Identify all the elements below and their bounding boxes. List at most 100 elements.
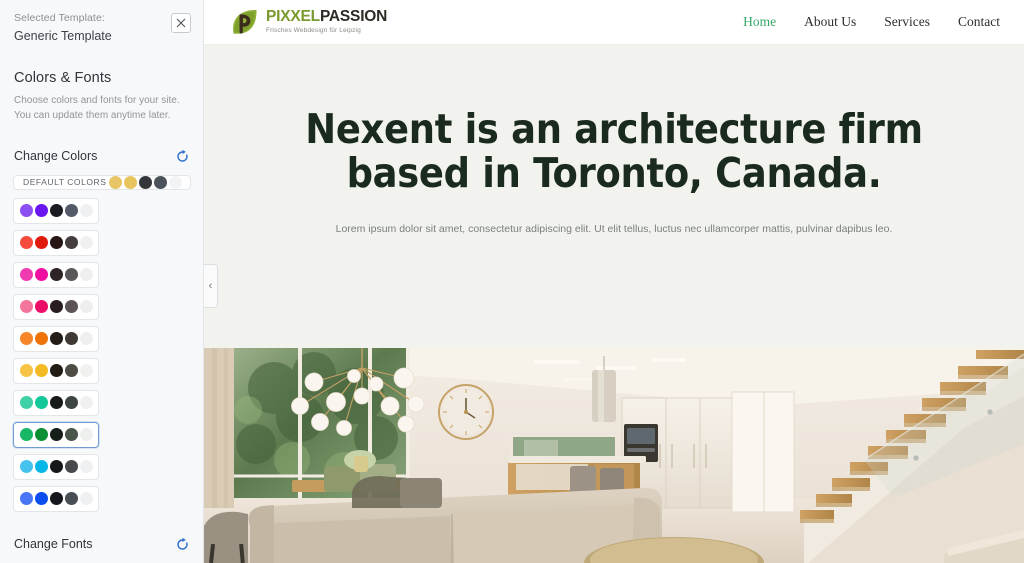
palette-green-swatch-1: [34, 428, 48, 442]
palette-orange-swatch-1: [34, 332, 48, 346]
palette-pink-swatch-3: [64, 300, 78, 314]
palette-teal-swatch-0: [19, 396, 33, 410]
default-colors-swatches: [109, 175, 182, 189]
logo-wordmark: PIXXELPASSION: [266, 9, 387, 25]
color-palette-pink[interactable]: [13, 293, 99, 320]
palette-yellow-swatch-3: [64, 364, 78, 378]
palette-sky-blue-swatch-4: [79, 460, 93, 474]
change-colors-title: Change Colors: [14, 149, 98, 164]
color-palette-purple[interactable]: [13, 197, 99, 224]
default-colors-row[interactable]: DEFAULT COLORS: [13, 174, 191, 190]
default-color-swatch-2: [139, 175, 152, 189]
default-color-swatch-3: [154, 175, 167, 189]
hero-title: Nexent is an architecture firm based in …: [305, 105, 923, 198]
palette-purple-swatch-0: [19, 204, 33, 218]
site-preview-pane: ‹ PIXXELPASSION Frisches Webdesign für L…: [204, 0, 1024, 563]
palette-teal-swatch-3: [64, 396, 78, 410]
nav-item-about-us[interactable]: About Us: [804, 14, 856, 30]
palette-green-swatch-0: [19, 428, 33, 442]
color-palette-yellow[interactable]: [13, 357, 99, 384]
logo-word-a: PIXXEL: [266, 8, 320, 26]
color-palette-red[interactable]: [13, 229, 99, 256]
palette-red-swatch-0: [19, 236, 33, 250]
color-palette-magenta[interactable]: [13, 261, 99, 288]
site-logo-text: PIXXELPASSION Frisches Webdesign für Lei…: [266, 9, 387, 34]
editor-sidebar: Selected Template: Generic Template Colo…: [0, 0, 204, 563]
palette-sky-blue-swatch-1: [34, 460, 48, 474]
chevron-left-icon[interactable]: ‹: [204, 264, 218, 308]
preview-site-header: PIXXELPASSION Frisches Webdesign für Lei…: [204, 0, 1024, 45]
selected-template-label: Selected Template:: [14, 12, 105, 24]
palette-purple-swatch-3: [64, 204, 78, 218]
change-fonts-title: Change Fonts: [14, 537, 93, 552]
selected-template-header: Selected Template: Generic Template: [0, 0, 203, 58]
color-palette-green[interactable]: [13, 421, 99, 448]
palette-sky-blue-swatch-0: [19, 460, 33, 474]
color-palette-blue[interactable]: [13, 485, 99, 512]
default-colors-label: DEFAULT COLORS: [23, 177, 107, 188]
palette-magenta-swatch-2: [49, 268, 63, 282]
palette-teal-swatch-4: [79, 396, 93, 410]
palette-magenta-swatch-4: [79, 268, 93, 282]
palette-yellow-swatch-4: [79, 364, 93, 378]
palette-pink-swatch-4: [79, 300, 93, 314]
nav-item-contact[interactable]: Contact: [958, 14, 1000, 30]
palette-sky-blue-swatch-3: [64, 460, 78, 474]
palette-sky-blue-swatch-2: [49, 460, 63, 474]
default-color-swatch-0: [109, 175, 122, 189]
palette-magenta-swatch-3: [64, 268, 78, 282]
palette-magenta-swatch-1: [34, 268, 48, 282]
palette-red-swatch-1: [34, 236, 48, 250]
palette-red-swatch-3: [64, 236, 78, 250]
intro-description: Choose colors and fonts for your site. Y…: [14, 94, 180, 122]
palette-blue-swatch-0: [19, 492, 33, 506]
logo-word-b: PASSION: [319, 8, 388, 26]
palette-pink-swatch-1: [34, 300, 48, 314]
reset-fonts-icon[interactable]: [175, 537, 190, 552]
palette-orange-swatch-0: [19, 332, 33, 346]
hero-image: [204, 348, 1024, 563]
site-logo[interactable]: PIXXELPASSION Frisches Webdesign für Lei…: [230, 7, 387, 37]
hero-section: Nexent is an architecture firm based in …: [204, 45, 1024, 237]
nav-item-services[interactable]: Services: [884, 14, 930, 30]
selected-template-name: Generic Template: [14, 29, 112, 44]
logo-tagline: Frisches Webdesign für Leipzig: [266, 26, 361, 34]
color-palette-teal[interactable]: [13, 389, 99, 416]
palette-blue-swatch-4: [79, 492, 93, 506]
palette-purple-swatch-2: [49, 204, 63, 218]
palette-yellow-swatch-1: [34, 364, 48, 378]
palette-yellow-swatch-2: [49, 364, 63, 378]
reset-colors-icon[interactable]: [175, 149, 190, 164]
palette-blue-swatch-1: [34, 492, 48, 506]
color-palette-sky-blue[interactable]: [13, 453, 99, 480]
color-palette-orange[interactable]: [13, 325, 99, 352]
palette-purple-swatch-1: [34, 204, 48, 218]
palette-blue-swatch-3: [64, 492, 78, 506]
default-color-swatch-1: [124, 175, 137, 189]
palette-teal-swatch-2: [49, 396, 63, 410]
palette-magenta-swatch-0: [19, 268, 33, 282]
palette-yellow-swatch-0: [19, 364, 33, 378]
palette-green-swatch-3: [64, 428, 78, 442]
palette-orange-swatch-2: [49, 332, 63, 346]
palette-green-swatch-4: [79, 428, 93, 442]
page-title: Colors & Fonts: [14, 69, 112, 86]
palette-orange-swatch-4: [79, 332, 93, 346]
nav-item-home[interactable]: Home: [743, 14, 776, 30]
palette-pink-swatch-2: [49, 300, 63, 314]
palette-red-swatch-2: [49, 236, 63, 250]
palette-red-swatch-4: [79, 236, 93, 250]
leaf-logo-icon: [230, 7, 260, 37]
color-palette-grid: [0, 197, 203, 512]
palette-green-swatch-2: [49, 428, 63, 442]
close-icon[interactable]: [171, 13, 191, 33]
default-color-swatch-4: [169, 175, 182, 189]
change-colors-header: Change Colors: [0, 138, 203, 173]
palette-orange-swatch-3: [64, 332, 78, 346]
site-nav: Home About Us Services Contact: [743, 14, 1000, 30]
palette-blue-swatch-2: [49, 492, 63, 506]
palette-teal-swatch-1: [34, 396, 48, 410]
template-editor-screen: Selected Template: Generic Template Colo…: [0, 0, 1024, 563]
hero-subtitle: Lorem ipsum dolor sit amet, consectetur …: [335, 222, 893, 235]
palette-pink-swatch-0: [19, 300, 33, 314]
